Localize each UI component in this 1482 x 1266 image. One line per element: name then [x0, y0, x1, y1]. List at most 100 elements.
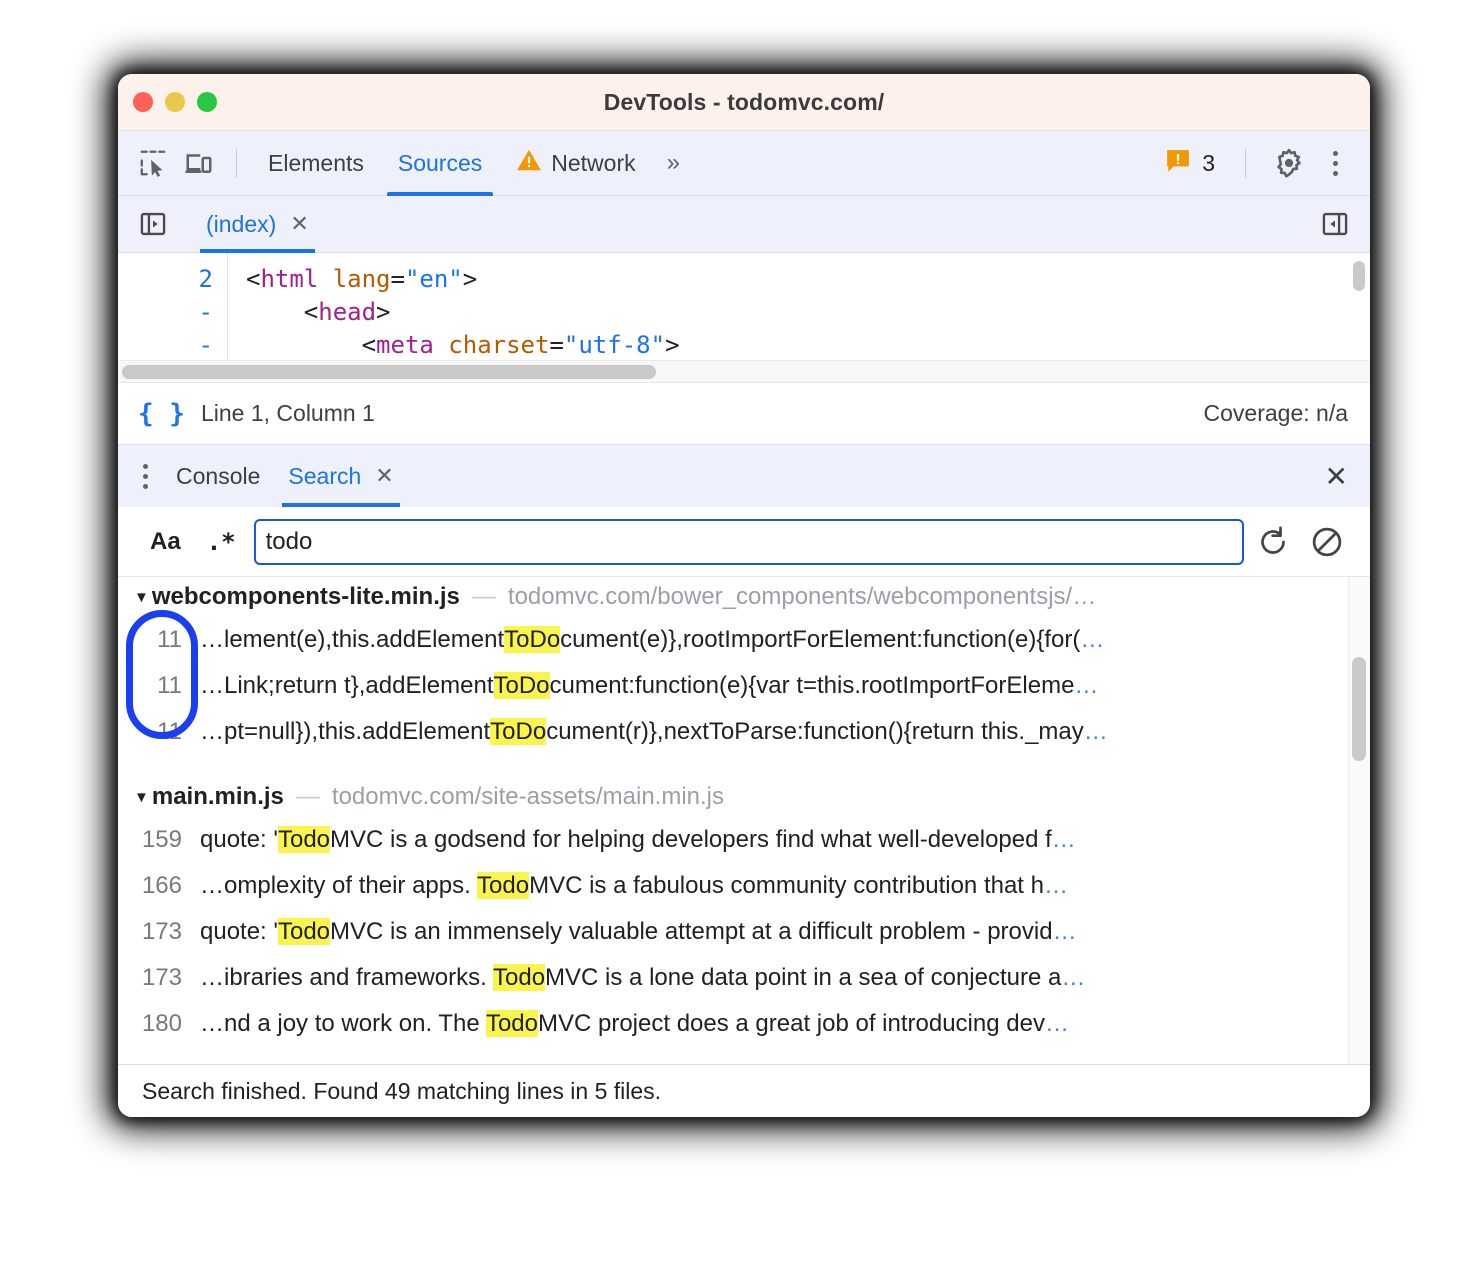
code-token: <	[362, 331, 376, 359]
show-debugger-icon[interactable]	[1312, 201, 1358, 247]
match-highlight: Todo	[493, 964, 545, 991]
match-suffix: cument(e)},rootImportForElement:function…	[560, 626, 1080, 653]
editor-code-line: <meta charset="utf-8">	[246, 329, 680, 360]
search-result-group-header[interactable]: ▼main.min.js—todomvc.com/site-assets/mai…	[118, 777, 1370, 817]
maximize-window-button[interactable]	[197, 92, 217, 112]
triangle-down-icon[interactable]: ▼	[134, 789, 149, 806]
match-prefix: quote: '	[200, 826, 278, 853]
truncation-ellipsis: …	[1080, 626, 1104, 653]
editor-line-gutter: 2--	[118, 253, 228, 360]
tab-sources[interactable]: Sources	[381, 131, 499, 196]
file-tab-index-label: (index)	[206, 211, 276, 238]
search-result-row[interactable]: 159quote: 'TodoMVC is a godsend for help…	[118, 817, 1370, 863]
gear-icon[interactable]	[1266, 140, 1312, 186]
truncation-ellipsis: …	[1074, 672, 1098, 699]
search-result-line-text: quote: 'TodoMVC is a godsend for helping…	[200, 826, 1076, 854]
drawer-kebab-menu-icon[interactable]	[128, 456, 162, 496]
code-token: =	[549, 331, 563, 359]
match-prefix: …omplexity of their apps.	[200, 872, 477, 899]
source-code-editor[interactable]: 2-- <html lang="en"> <head> <meta charse…	[118, 253, 1370, 360]
code-token: >	[665, 331, 679, 359]
inspect-element-icon[interactable]	[130, 140, 176, 186]
code-token: "utf-8"	[564, 331, 665, 359]
search-result-row[interactable]: 180…nd a joy to work on. The TodoMVC pro…	[118, 1001, 1370, 1047]
match-highlight: Todo	[278, 918, 330, 945]
match-prefix: …nd a joy to work on. The	[200, 1010, 486, 1037]
search-result-line-number: 173	[134, 918, 200, 946]
search-input[interactable]	[254, 519, 1244, 565]
window-title: DevTools - todomvc.com/	[118, 89, 1370, 116]
truncation-ellipsis: …	[1044, 872, 1068, 899]
editor-line-number[interactable]: -	[118, 329, 213, 360]
search-result-line-text: …nd a joy to work on. The TodoMVC projec…	[200, 1010, 1069, 1038]
more-tabs-button[interactable]: »	[653, 149, 691, 177]
editor-horizontal-scrollbar[interactable]	[118, 360, 1370, 382]
show-navigator-icon[interactable]	[130, 201, 176, 247]
search-result-row[interactable]: 11…Link;return t},addElementToDocument:f…	[118, 663, 1370, 709]
code-token: <	[304, 298, 318, 326]
close-window-button[interactable]	[133, 92, 153, 112]
warning-bubble-icon	[1165, 148, 1191, 179]
toolbar-right-actions: 3	[1155, 140, 1356, 186]
drawer-tabstrip: Console Search ✕ ✕	[118, 445, 1370, 507]
tab-sources-label: Sources	[398, 150, 482, 177]
match-highlight: ToDo	[490, 718, 546, 745]
code-token	[246, 331, 362, 359]
search-result-row[interactable]: 11…pt=null}),this.addElementToDocument(r…	[118, 709, 1370, 755]
pretty-print-braces-icon[interactable]: { }	[138, 399, 185, 429]
code-token: meta	[376, 331, 434, 359]
tab-network[interactable]: Network	[499, 131, 652, 196]
editor-code-area[interactable]: <html lang="en"> <head> <meta charset="u…	[228, 253, 680, 360]
search-status-text: Search finished. Found 49 matching lines…	[142, 1078, 661, 1105]
file-tab-index[interactable]: (index) ✕	[190, 196, 325, 253]
match-suffix: MVC is a lone data point in a sea of con…	[545, 964, 1061, 991]
match-prefix: …ibraries and frameworks.	[200, 964, 493, 991]
refresh-icon[interactable]	[1248, 517, 1298, 567]
search-result-row[interactable]: 173quote: 'TodoMVC is an immensely valua…	[118, 909, 1370, 955]
match-highlight: ToDo	[494, 672, 550, 699]
triangle-down-icon[interactable]: ▼	[134, 589, 149, 606]
clear-icon[interactable]	[1302, 517, 1352, 567]
results-vscroll-thumb[interactable]	[1352, 657, 1366, 761]
match-case-button[interactable]: Aa	[138, 528, 193, 556]
search-result-group-header[interactable]: ▼webcomponents-lite.min.js—todomvc.com/b…	[118, 577, 1370, 617]
toolbar-divider-right	[1245, 148, 1246, 178]
drawer-tab-search[interactable]: Search ✕	[274, 445, 407, 507]
toolbar-divider	[236, 148, 237, 178]
device-toolbar-icon[interactable]	[176, 140, 222, 186]
kebab-menu-icon[interactable]	[1318, 143, 1352, 183]
tab-elements-label: Elements	[268, 150, 364, 177]
results-vertical-scrollbar[interactable]	[1348, 577, 1370, 1064]
editor-vertical-scrollbar[interactable]	[1353, 261, 1365, 291]
warning-badge[interactable]: 3	[1155, 148, 1225, 179]
drawer-tab-search-close-icon[interactable]: ✕	[375, 465, 393, 487]
match-highlight: Todo	[477, 872, 529, 899]
search-result-row[interactable]: 11…lement(e),this.addElementToDocument(e…	[118, 617, 1370, 663]
drawer-close-icon[interactable]: ✕	[1319, 460, 1354, 493]
search-result-line-number: 159	[134, 826, 200, 854]
code-token: =	[391, 265, 405, 293]
minimize-window-button[interactable]	[165, 92, 185, 112]
use-regex-button[interactable]: .*	[197, 528, 250, 556]
match-highlight: Todo	[486, 1010, 538, 1037]
tab-elements[interactable]: Elements	[251, 131, 381, 196]
truncation-ellipsis: …	[1061, 964, 1085, 991]
editor-line-number[interactable]: 2	[118, 263, 213, 296]
truncation-ellipsis: …	[1084, 718, 1108, 745]
drawer-tab-console[interactable]: Console	[162, 445, 274, 507]
editor-hscroll-thumb[interactable]	[122, 365, 656, 379]
coverage-status: Coverage: n/a	[1204, 400, 1348, 427]
search-result-row[interactable]: 166…omplexity of their apps. TodoMVC is …	[118, 863, 1370, 909]
truncation-ellipsis: …	[1052, 826, 1076, 853]
truncation-ellipsis: …	[1053, 918, 1077, 945]
editor-line-number[interactable]: -	[118, 296, 213, 329]
match-suffix: MVC is an immensely valuable attempt at …	[330, 918, 1053, 945]
match-suffix: MVC is a fabulous community contribution…	[529, 872, 1044, 899]
truncation-ellipsis: …	[1045, 1010, 1069, 1037]
close-icon[interactable]: ✕	[290, 213, 308, 235]
search-result-row[interactable]: 173…ibraries and frameworks. TodoMVC is …	[118, 955, 1370, 1001]
group-spacer	[118, 755, 1370, 777]
window-traffic-lights	[133, 92, 217, 112]
code-token	[434, 331, 448, 359]
search-results-list[interactable]: ▼webcomponents-lite.min.js—todomvc.com/b…	[118, 577, 1370, 1064]
